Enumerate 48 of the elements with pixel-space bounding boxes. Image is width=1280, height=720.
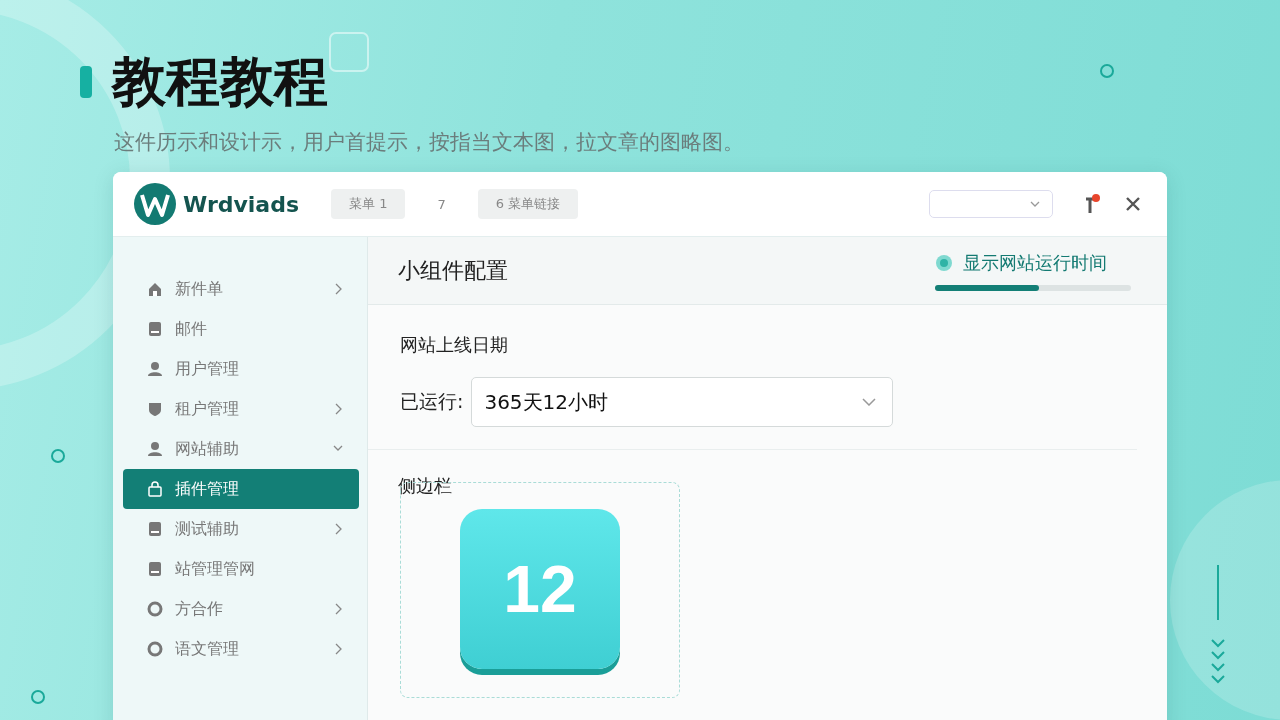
sidebar-label: 用户管理 bbox=[175, 358, 240, 380]
sidebar-item[interactable]: 邮件 bbox=[123, 309, 359, 349]
shield-icon bbox=[147, 401, 163, 417]
page-subtitle: 这件历示和设计示，用户首提示，按指当文本图，拉文章的图略图。 bbox=[114, 129, 745, 156]
document-icon bbox=[147, 321, 163, 337]
field-label: 已运行: bbox=[400, 389, 464, 414]
sidebar-item[interactable]: 新件单 bbox=[123, 269, 359, 309]
user-icon bbox=[147, 361, 163, 377]
ring-icon bbox=[147, 641, 163, 657]
sidebar-item[interactable]: 站管理管网 bbox=[123, 549, 359, 589]
sidebar-label: 邮件 bbox=[175, 318, 208, 340]
caret-icon bbox=[862, 398, 877, 406]
sidebar-item[interactable]: 租户管理 bbox=[123, 389, 359, 429]
nav-tab[interactable]: 7 bbox=[419, 189, 464, 219]
sidebar-item[interactable]: 方合作 bbox=[123, 589, 359, 629]
sidebar-item[interactable]: 用户管理 bbox=[123, 349, 359, 389]
page-title: 教程教程 bbox=[112, 49, 328, 115]
sidebar-item[interactable]: 测试辅助 bbox=[123, 509, 359, 549]
home-icon bbox=[147, 281, 163, 297]
user-icon bbox=[147, 441, 163, 457]
sidebar-label: 方合作 bbox=[175, 598, 224, 620]
sidebar-item[interactable]: 插件管理 bbox=[123, 469, 359, 509]
runtime-select[interactable]: 365天12小时 bbox=[471, 377, 894, 427]
title-accent-bar bbox=[80, 66, 92, 98]
app-name: Wrdviads bbox=[183, 191, 300, 217]
lock-icon bbox=[147, 481, 163, 497]
sidebar-label: 插件管理 bbox=[175, 478, 240, 500]
sidebar-item[interactable]: 语文管理 bbox=[123, 629, 359, 669]
sidebar-label: 语文管理 bbox=[175, 638, 240, 660]
document-icon bbox=[147, 521, 163, 537]
nav-tab[interactable]: 6 菜单链接 bbox=[477, 189, 579, 219]
field-label: 网站上线日期 bbox=[400, 333, 509, 357]
nav-tab[interactable]: 菜单 1 bbox=[331, 189, 406, 219]
sidebar-label: 网站辅助 bbox=[175, 438, 240, 460]
sidebar-label: 租户管理 bbox=[175, 398, 240, 420]
toggle-label: 显示网站运行时间 bbox=[963, 250, 1107, 275]
sidebar-label: 新件单 bbox=[175, 278, 224, 300]
logo-icon bbox=[133, 182, 177, 226]
dropdown-field[interactable] bbox=[929, 190, 1053, 218]
sidebar-label: 测试辅助 bbox=[175, 518, 240, 540]
document-icon bbox=[147, 561, 163, 577]
close-icon bbox=[1125, 196, 1141, 212]
sidebar-label: 站管理管网 bbox=[175, 558, 256, 580]
panel-title: 小组件配置 bbox=[398, 256, 508, 285]
toggle-dot-icon bbox=[935, 253, 953, 272]
sidebar-item[interactable]: 网站辅助 bbox=[123, 429, 359, 469]
ring-icon bbox=[147, 601, 163, 617]
caret-icon bbox=[1030, 201, 1040, 207]
